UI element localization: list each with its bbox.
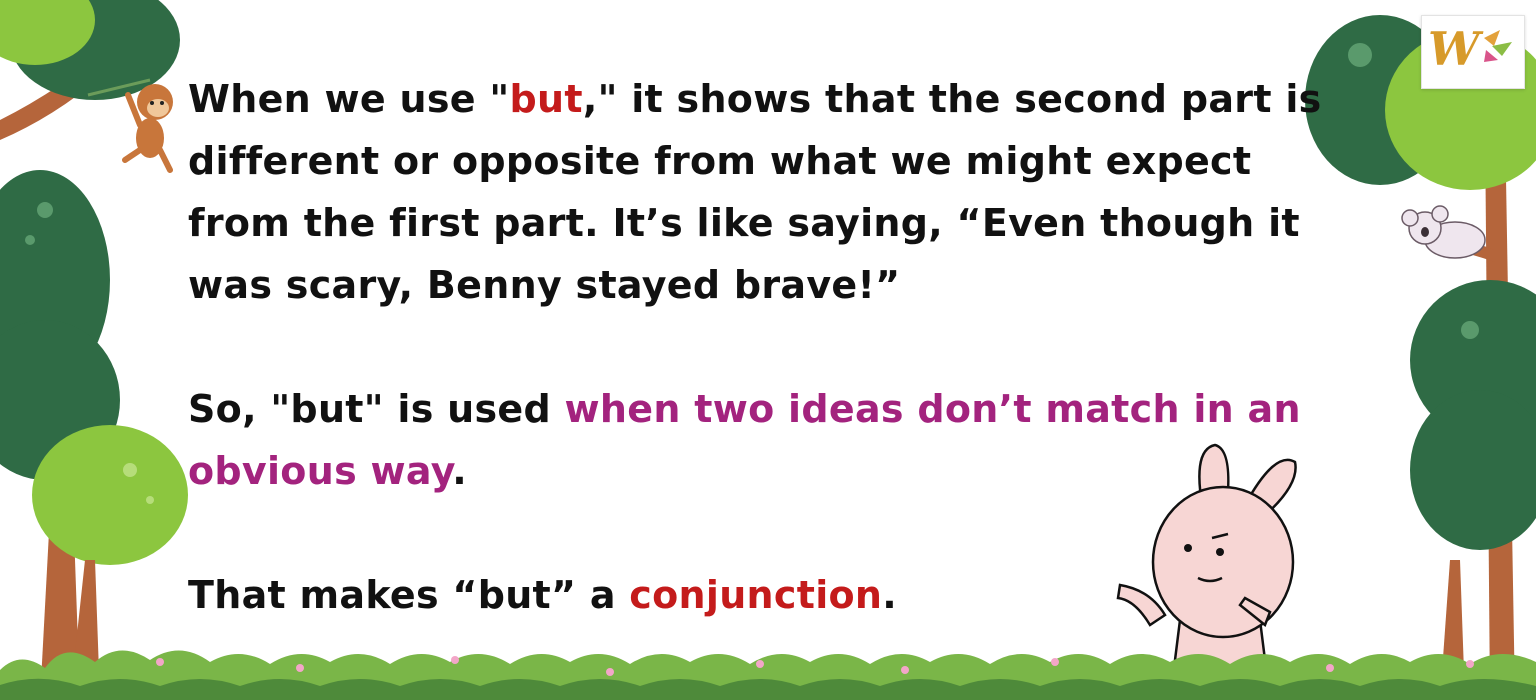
logo-arrows-icon (1484, 30, 1512, 62)
lesson-text: When we use "but," it shows that the sec… (188, 68, 1328, 626)
highlight-conjunction: conjunction (629, 573, 883, 617)
paragraph1-lead: When we use " (188, 77, 510, 121)
flower-bush-icon (0, 650, 1536, 700)
paragraph-summary: So, "but" is used when two ideas don’t m… (188, 378, 1328, 502)
paragraph3-lead: That makes “but” a (188, 573, 630, 617)
right-tree-icon (1305, 15, 1536, 700)
worksheet-logo-icon: W (1421, 15, 1525, 89)
paragraph-explanation: When we use "but," it shows that the sec… (188, 68, 1328, 316)
paragraph3-end: . (882, 573, 898, 617)
paragraph-conclusion: That makes “but” a conjunction. (188, 564, 1328, 626)
paragraph2-end: . (452, 449, 468, 493)
paragraph2-lead: So, "but" is used (188, 387, 565, 431)
highlight-but: but (509, 77, 583, 121)
koala-icon (1401, 205, 1486, 259)
slide-scene: W When we use "but," it shows that the s… (0, 0, 1536, 700)
